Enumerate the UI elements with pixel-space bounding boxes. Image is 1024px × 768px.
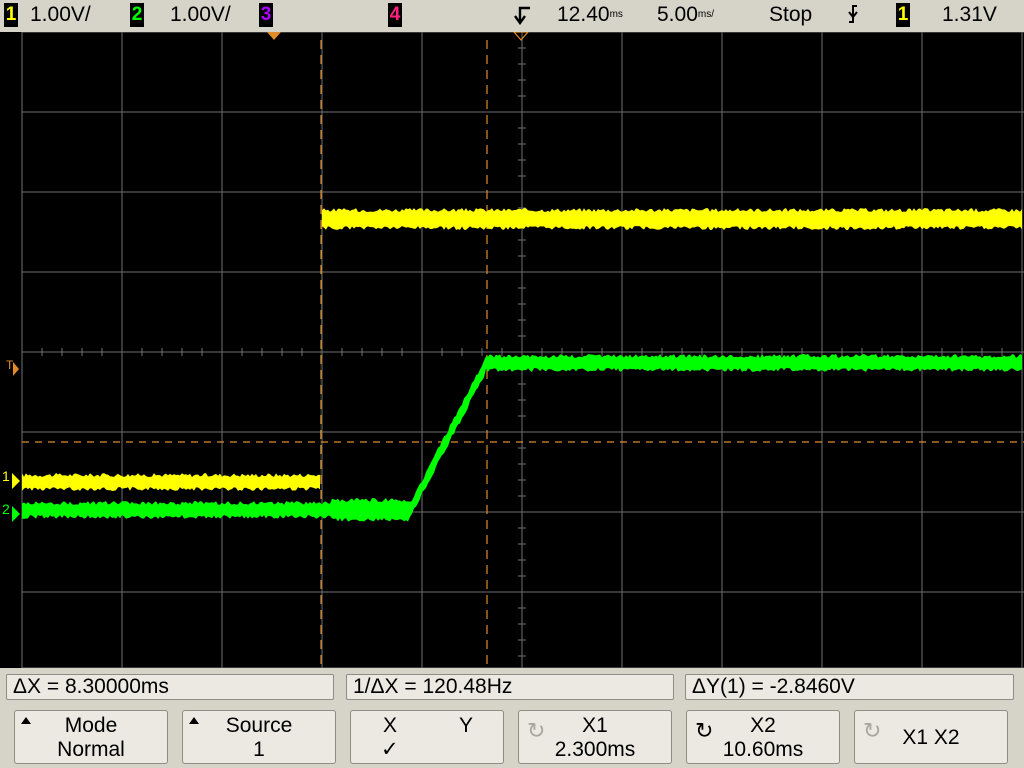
channel-4-badge[interactable]: 4: [388, 3, 402, 27]
trigger-level-marker: T: [6, 358, 19, 376]
x1-x2-softkey[interactable]: ↻ X1 X2: [854, 710, 1008, 764]
x1-value: 2.300ms: [554, 738, 636, 761]
svg-text:1: 1: [2, 468, 10, 484]
channel-1-scale: 1.00V/: [30, 3, 91, 26]
y-cursor-label: Y: [459, 714, 474, 737]
channel-2-badge[interactable]: 2: [130, 3, 144, 27]
check-icon: ✓: [381, 738, 399, 761]
x1-label: X1: [582, 714, 608, 737]
run-state[interactable]: Stop: [769, 3, 812, 27]
x2-softkey[interactable]: ↻ X2 10.60ms: [686, 710, 840, 764]
mode-value: Normal: [57, 738, 125, 761]
delay-icon: [512, 3, 532, 31]
mode-label: Mode: [64, 714, 118, 737]
inverse-delta-x-readout: 1/ΔX = 120.48Hz: [346, 674, 674, 700]
x-cursor-label: X: [383, 714, 398, 737]
trigger-level: 1.31V: [942, 3, 997, 26]
x2-value: 10.60ms: [722, 738, 804, 761]
x1-softkey[interactable]: ↻ X1 2.300ms: [518, 710, 672, 764]
ch2-ground-marker: 2: [2, 501, 20, 522]
ch1-ground-marker: 1: [2, 468, 20, 489]
waveform-display[interactable]: T 1 2: [0, 32, 1024, 668]
mode-softkey[interactable]: Mode Normal: [14, 710, 168, 764]
source-value: 1: [253, 738, 265, 761]
horizontal-delay: 12.40ms: [557, 3, 623, 26]
x1-x2-label: X1 X2: [902, 726, 960, 749]
xy-softkey[interactable]: X Y ✓: [350, 710, 504, 764]
x2-label: X2: [750, 714, 776, 737]
delta-x-readout: ΔX = 8.30000ms: [6, 674, 334, 700]
softkey-bar: Mode Normal Source 1 X Y ✓ ↻ X1 2.300ms …: [0, 704, 1024, 768]
delay-reference-icon: [513, 32, 529, 41]
status-bar: 1 1.00V/ 2 1.00V/ 3 4 12.40ms 5.00ms/ St…: [0, 0, 1024, 32]
delta-y-readout: ΔY(1) = -2.8460V: [685, 674, 1014, 700]
measurement-bar: ΔX = 8.30000ms 1/ΔX = 120.48Hz ΔY(1) = -…: [0, 668, 1024, 704]
source-softkey[interactable]: Source 1: [182, 710, 336, 764]
falling-edge-icon: [846, 3, 860, 31]
svg-text:2: 2: [2, 501, 10, 517]
channel-2-scale: 1.00V/: [170, 3, 231, 26]
timebase-scale: 5.00ms/: [657, 3, 714, 26]
channel-1-badge[interactable]: 1: [4, 3, 18, 27]
source-label: Source: [225, 714, 293, 737]
svg-text:T: T: [6, 358, 14, 372]
channel-3-badge[interactable]: 3: [259, 3, 273, 27]
graticule-grid: [21, 32, 1024, 668]
trigger-source-badge[interactable]: 1: [896, 3, 910, 27]
trigger-position-icon: [267, 32, 281, 40]
